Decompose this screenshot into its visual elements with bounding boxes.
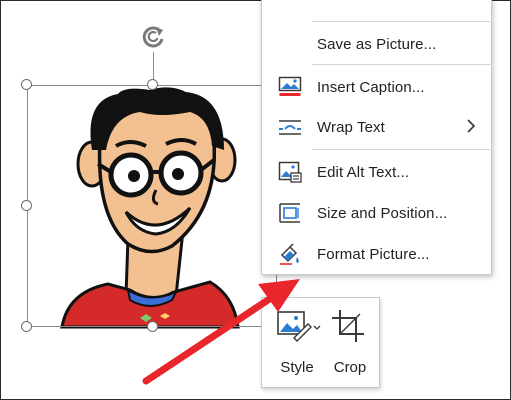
crop-icon <box>332 310 364 342</box>
menu-separator <box>312 149 492 150</box>
alt-text-icon <box>278 161 302 183</box>
rotation-connector <box>153 52 154 79</box>
style-button[interactable]: Style <box>274 304 321 382</box>
menu-item-edit-alt-text[interactable]: Edit Alt Text... <box>262 154 491 190</box>
crop-button[interactable]: Crop <box>328 304 372 382</box>
picture-style-icon <box>277 311 321 342</box>
rotate-handle-icon[interactable] <box>138 22 168 52</box>
menu-item-label: Edit Alt Text... <box>317 163 410 181</box>
menu-item-save-as-picture[interactable]: Save as Picture... <box>262 26 491 62</box>
menu-item-label: Format Picture... <box>317 245 430 263</box>
menu-item-wrap-text[interactable]: Wrap Text <box>262 109 491 145</box>
menu-item-format-picture[interactable]: Format Picture... <box>262 236 491 272</box>
menu-item-label: Wrap Text <box>317 118 385 136</box>
menu-item-size-and-position[interactable]: Size and Position... <box>262 195 491 231</box>
context-menu: Save as Picture... Insert Caption... Wra… <box>261 0 492 275</box>
picture-selection-frame <box>27 85 277 327</box>
resize-handle-bottom-left[interactable] <box>21 321 32 332</box>
wrap-text-icon <box>279 120 301 135</box>
picture-mini-toolbar: Style Crop <box>261 297 380 388</box>
insert-caption-icon <box>278 76 302 96</box>
size-position-icon <box>279 203 300 223</box>
menu-item-label: Insert Caption... <box>317 78 425 96</box>
resize-handle-top-left[interactable] <box>21 79 32 90</box>
menu-separator <box>312 21 492 22</box>
submenu-chevron-right-icon <box>467 119 476 133</box>
menu-item-insert-caption[interactable]: Insert Caption... <box>262 69 491 105</box>
format-picture-icon <box>280 243 299 265</box>
crop-label: Crop <box>333 359 367 376</box>
resize-handle-middle-left[interactable] <box>21 200 32 211</box>
menu-separator <box>312 64 492 65</box>
resize-handle-bottom-middle[interactable] <box>147 321 158 332</box>
style-label: Style <box>280 359 314 376</box>
menu-item-label: Save as Picture... <box>317 35 437 53</box>
menu-item-label: Size and Position... <box>317 204 448 222</box>
resize-handle-top-middle[interactable] <box>147 79 158 90</box>
